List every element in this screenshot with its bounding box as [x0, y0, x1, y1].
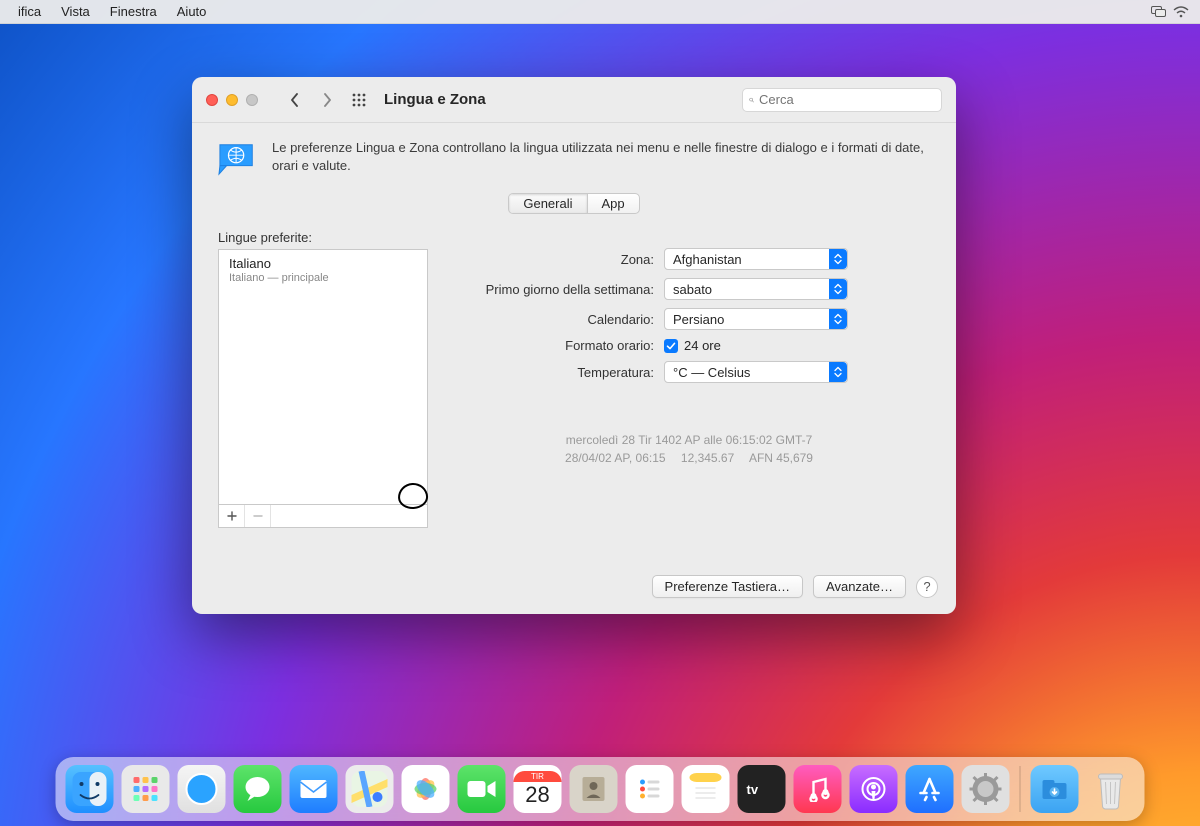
forward-button — [316, 89, 338, 111]
back-button[interactable] — [284, 89, 306, 111]
add-language-button[interactable] — [219, 505, 245, 527]
window-footer: Preferenze Tastiera… Avanzate… ? — [192, 563, 956, 614]
tab-app[interactable]: App — [588, 194, 639, 213]
wifi-icon[interactable] — [1170, 6, 1192, 18]
time-format-label: Formato orario: — [448, 338, 664, 353]
minus-icon — [253, 511, 263, 521]
search-input[interactable] — [759, 92, 935, 107]
preferred-languages-list[interactable]: Italiano Italiano — principale — [218, 249, 428, 505]
region-value: Afghanistan — [673, 252, 742, 267]
svg-text:tv: tv — [747, 782, 759, 797]
dock-launchpad[interactable] — [122, 765, 170, 813]
dock: TIR 28 tv — [56, 757, 1145, 821]
first-day-value: sabato — [673, 282, 712, 297]
window-title: Lingua e Zona — [384, 91, 486, 108]
titlebar: Lingua e Zona — [192, 77, 956, 123]
region-label: Zona: — [448, 252, 664, 267]
desktop: ifica Vista Finestra Aiuto — [0, 0, 1200, 826]
zoom-button — [246, 94, 258, 106]
select-arrow-icon — [829, 309, 847, 329]
dock-finder[interactable] — [66, 765, 114, 813]
calendar-label: Calendario: — [448, 312, 664, 327]
language-subtitle: Italiano — principale — [229, 272, 417, 284]
temperature-value: °C — Celsius — [673, 365, 750, 380]
dock-tv[interactable]: tv — [738, 765, 786, 813]
control-center-icon[interactable] — [1148, 6, 1170, 18]
temperature-select[interactable]: °C — Celsius — [664, 361, 848, 383]
calendar-value: Persiano — [673, 312, 724, 327]
calendar-weekday: TIR — [514, 771, 562, 782]
language-name: Italiano — [229, 256, 417, 271]
preferences-window: Lingua e Zona Le preferenze Lingua e Zon… — [192, 77, 956, 614]
close-button[interactable] — [206, 94, 218, 106]
first-day-label: Primo giorno della settimana: — [448, 282, 664, 297]
select-arrow-icon — [829, 362, 847, 382]
dock-safari[interactable] — [178, 765, 226, 813]
format-preview: mercoledì 28 Tir 1402 AP alle 06:15:02 G… — [448, 431, 930, 467]
preferred-languages-label: Lingue preferite: — [218, 230, 428, 245]
menu-item-window[interactable]: Finestra — [100, 4, 167, 19]
search-field[interactable] — [742, 88, 942, 112]
pane-description: Le preferenze Lingua e Zona controllano … — [272, 139, 930, 174]
dock-contacts[interactable] — [570, 765, 618, 813]
dock-reminders[interactable] — [626, 765, 674, 813]
keyboard-preferences-button[interactable]: Preferenze Tastiera… — [652, 575, 804, 598]
calendar-select[interactable]: Persiano — [664, 308, 848, 330]
window-controls — [206, 94, 258, 106]
select-arrow-icon — [829, 249, 847, 269]
tab-bar: Generali App — [192, 189, 956, 224]
check-icon — [666, 341, 676, 351]
language-list-footer — [218, 505, 428, 528]
time-format-checkbox[interactable] — [664, 339, 678, 353]
search-icon — [749, 94, 754, 106]
dock-settings[interactable] — [962, 765, 1010, 813]
menu-item-view[interactable]: Vista — [51, 4, 100, 19]
dock-maps[interactable] — [346, 765, 394, 813]
dock-downloads[interactable] — [1031, 765, 1079, 813]
calendar-day: 28 — [525, 782, 549, 808]
dock-trash[interactable] — [1087, 765, 1135, 813]
dock-music[interactable] — [794, 765, 842, 813]
menu-item-edit[interactable]: ifica — [8, 4, 51, 19]
first-day-select[interactable]: sabato — [664, 278, 848, 300]
temperature-label: Temperatura: — [448, 365, 664, 380]
menu-item-help[interactable]: Aiuto — [167, 4, 217, 19]
tab-general[interactable]: Generali — [509, 194, 587, 213]
dock-mail[interactable] — [290, 765, 338, 813]
plus-icon — [227, 511, 237, 521]
dock-appstore[interactable] — [906, 765, 954, 813]
remove-language-button — [245, 505, 271, 527]
dock-notes[interactable] — [682, 765, 730, 813]
show-all-button[interactable] — [348, 89, 370, 111]
advanced-button[interactable]: Avanzate… — [813, 575, 906, 598]
minimize-button[interactable] — [226, 94, 238, 106]
pane-icon — [218, 139, 258, 179]
dock-podcasts[interactable] — [850, 765, 898, 813]
region-select[interactable]: Afghanistan — [664, 248, 848, 270]
menubar: ifica Vista Finestra Aiuto — [0, 0, 1200, 24]
help-button[interactable]: ? — [916, 576, 938, 598]
dock-messages[interactable] — [234, 765, 282, 813]
language-item[interactable]: Italiano Italiano — principale — [219, 250, 427, 292]
dock-calendar[interactable]: TIR 28 — [514, 765, 562, 813]
dock-photos[interactable] — [402, 765, 450, 813]
select-arrow-icon — [829, 279, 847, 299]
dock-separator — [1020, 766, 1021, 812]
time-format-value: 24 ore — [684, 338, 721, 353]
dock-facetime[interactable] — [458, 765, 506, 813]
